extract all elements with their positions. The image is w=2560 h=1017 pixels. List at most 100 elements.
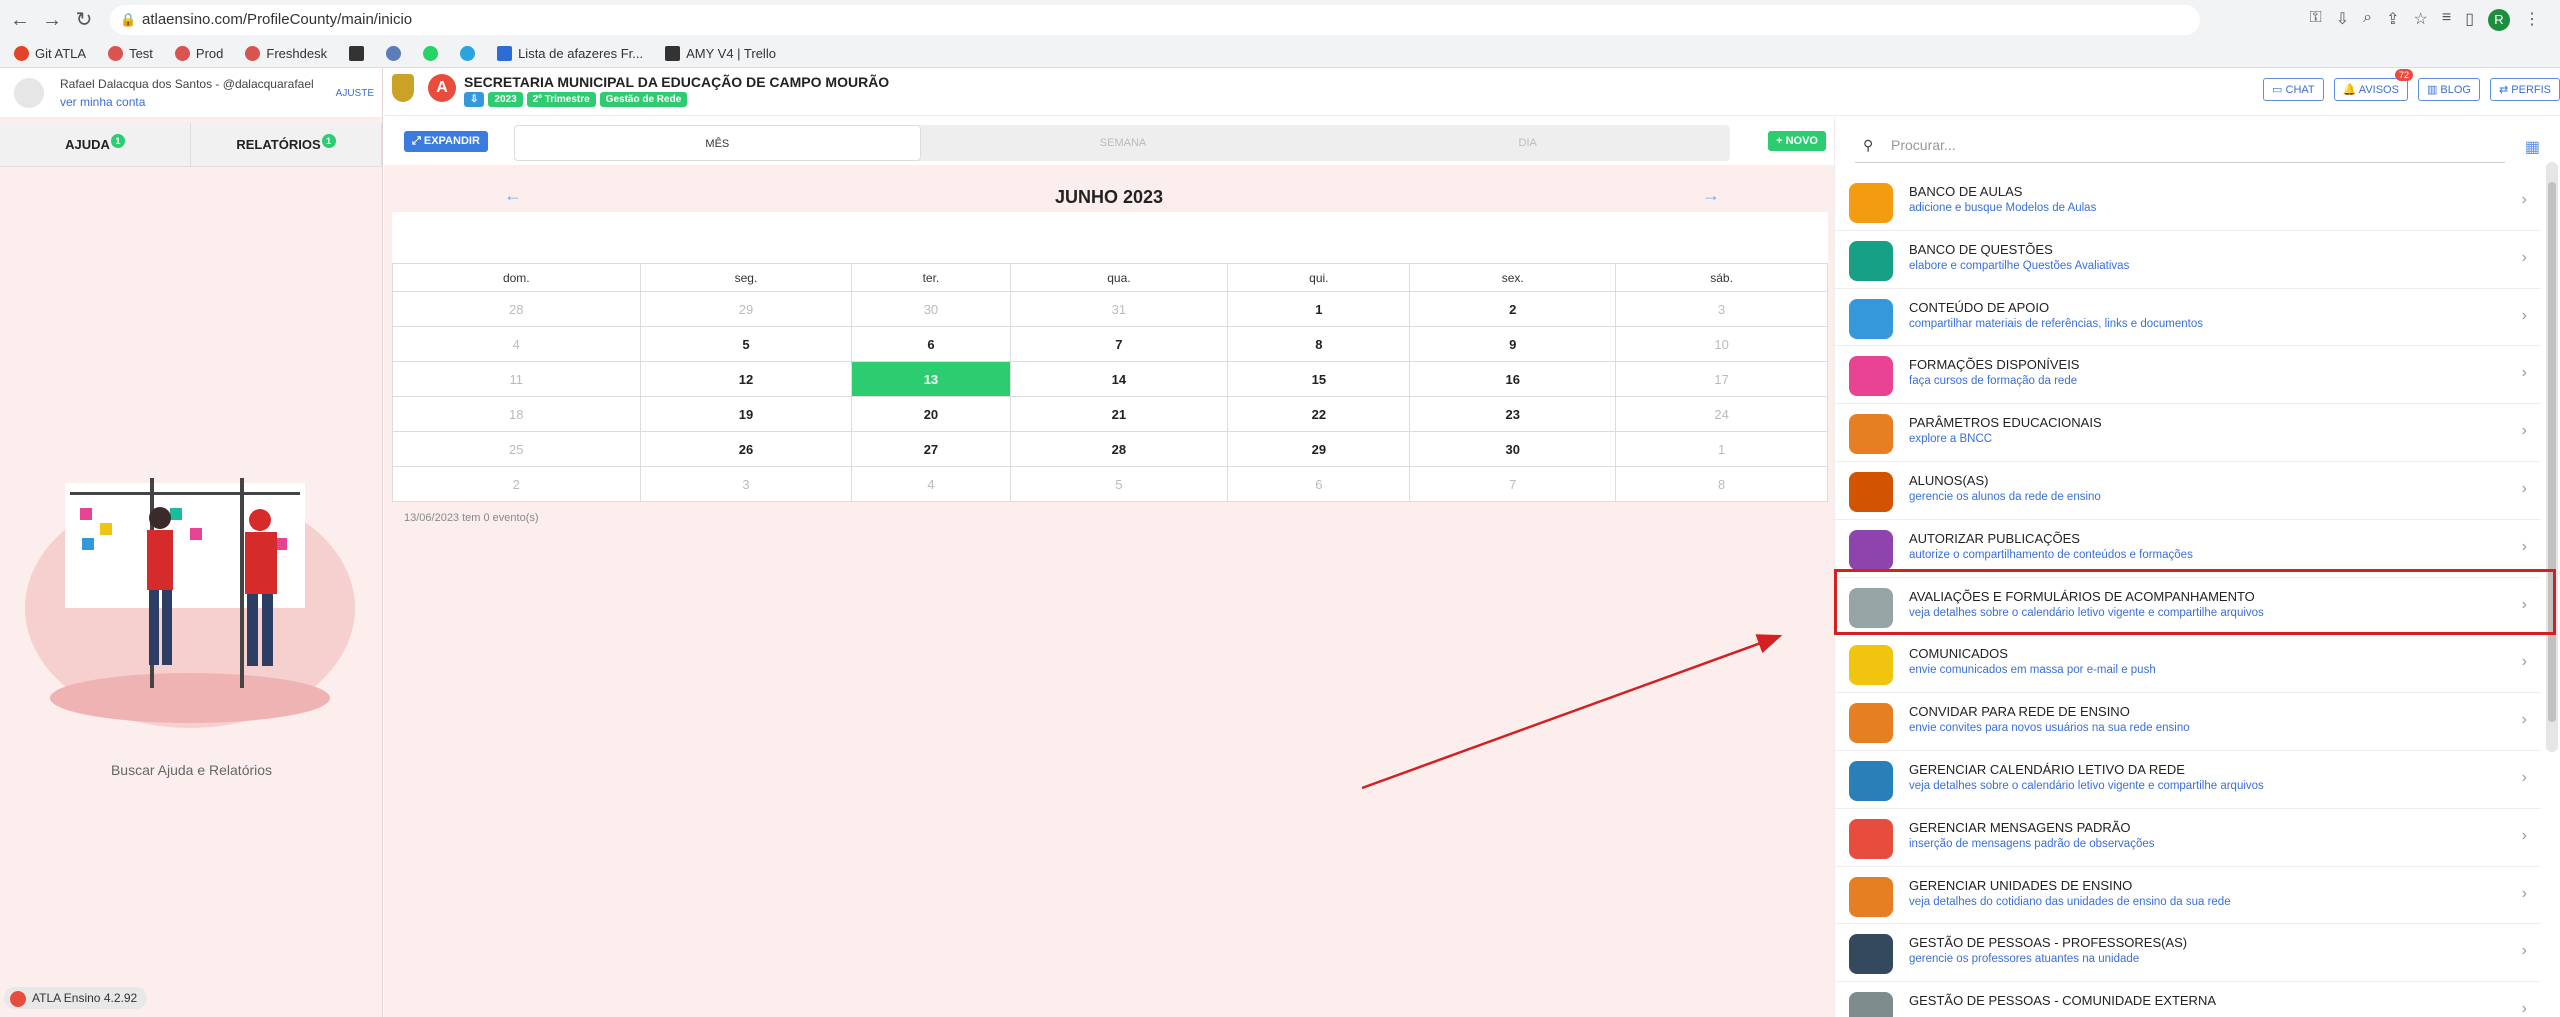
bookmark-todo[interactable]: Lista de afazeres Fr... [497, 45, 643, 61]
calendar-day[interactable]: 5 [639, 326, 853, 362]
reload-icon[interactable]: ↻ [72, 8, 96, 32]
key-icon[interactable]: ⚿ [2310, 9, 2322, 31]
calendar-day[interactable]: 5 [1009, 466, 1229, 502]
menu-icon[interactable]: ⋮ [2524, 9, 2540, 31]
download-chip[interactable]: ⇩ [464, 92, 485, 107]
menu-item[interactable]: BANCO DE QUESTÕES elabore e compartilhe Q… [1835, 231, 2541, 289]
zoom-icon[interactable]: ⌕ [2363, 9, 2372, 31]
bookmark-prod[interactable]: Prod [174, 45, 223, 61]
calendar-day[interactable]: 28 [392, 291, 641, 327]
menu-item[interactable]: GERENCIAR MENSAGENS PADRÃO inserção de me… [1835, 809, 2541, 867]
address-bar[interactable]: 🔒 atlaensino.com/ProfileCounty/main/inici… [110, 5, 2200, 35]
tab-ajuda[interactable]: AJUDA 1 [0, 123, 191, 166]
share-icon[interactable]: ⇪ [2386, 9, 2399, 31]
grid-view-icon[interactable]: ▦ [2525, 137, 2540, 157]
menu-item[interactable]: PARÂMETROS EDUCACIONAIS explore a BNCC › [1835, 404, 2541, 462]
bookmark-home[interactable] [386, 45, 402, 61]
calendar-day[interactable]: 1 [1615, 431, 1828, 467]
forward-icon[interactable]: → [40, 8, 64, 32]
calendar-day[interactable]: 6 [851, 326, 1011, 362]
blog-button[interactable]: ▥ BLOG [2417, 78, 2480, 101]
calendar-day[interactable]: 8 [1615, 466, 1828, 502]
next-month-icon[interactable]: → [1702, 185, 1720, 206]
menu-item[interactable]: GESTÃO DE PESSOAS - COMUNIDADE EXTERNA › [1835, 982, 2541, 1017]
calendar-day[interactable]: 18 [392, 396, 641, 432]
user-avatar[interactable] [14, 78, 44, 108]
calendar-day[interactable]: 2 [392, 466, 641, 502]
menu-item[interactable]: BANCO DE AULAS adicione e busque Modelos … [1835, 173, 2541, 231]
bookmark-whatsapp[interactable] [423, 45, 439, 61]
menu-item[interactable]: CONTEÚDO DE APOIO compartilhar materiais … [1835, 289, 2541, 347]
calendar-day[interactable]: 14 [1009, 361, 1229, 397]
bookmark-freshdesk[interactable]: Freshdesk [245, 45, 327, 61]
bookmark-test[interactable]: Test [108, 45, 153, 61]
calendar-day[interactable]: 28 [1009, 431, 1229, 467]
calendar-day[interactable]: 9 [1409, 326, 1617, 362]
calendar-day[interactable]: 30 [1409, 431, 1617, 467]
media-icon[interactable]: ≡ [2442, 9, 2451, 31]
calendar-day[interactable]: 10 [1615, 326, 1828, 362]
calendar-day[interactable]: 17 [1615, 361, 1828, 397]
calendar-day[interactable]: 12 [639, 361, 853, 397]
tab-day[interactable]: DIA [1325, 125, 1730, 161]
chat-button[interactable]: ▭ CHAT [2263, 78, 2324, 101]
bookmark-dark[interactable] [349, 45, 365, 61]
calendar-day[interactable]: 20 [851, 396, 1011, 432]
menu-item[interactable]: GESTÃO DE PESSOAS - PROFESSORES(AS) geren… [1835, 924, 2541, 983]
calendar-day[interactable]: 15 [1227, 361, 1411, 397]
calendar-day[interactable]: 30 [851, 291, 1011, 327]
calendar-day[interactable]: 19 [639, 396, 853, 432]
bookmark-amy[interactable]: AMY V4 | Trello [665, 45, 776, 61]
adjust-button[interactable]: AJUSTE [336, 88, 374, 99]
tab-relatorios[interactable]: RELATÓRIOS 1 [191, 123, 382, 166]
bookmark-telegram[interactable] [460, 45, 476, 61]
menu-item[interactable]: CONVIDAR PARA REDE DE ENSINO envie convit… [1835, 693, 2541, 751]
help-search-text[interactable]: Buscar Ajuda e Relatórios [0, 762, 383, 778]
calendar-day[interactable]: 25 [392, 431, 641, 467]
menu-item[interactable]: ALUNOS(AS) gerencie os alunos da rede de … [1835, 462, 2541, 520]
menu-scrollbar[interactable] [2546, 162, 2558, 752]
download-icon[interactable]: ⇩ [2336, 9, 2349, 31]
calendar-day[interactable]: 11 [392, 361, 641, 397]
calendar-day[interactable]: 31 [1009, 291, 1229, 327]
avisos-button[interactable]: 🔔 AVISOS 72 [2333, 69, 2413, 101]
menu-item[interactable]: GERENCIAR UNIDADES DE ENSINO veja detalhe… [1835, 867, 2541, 925]
term-chip[interactable]: 2º Trimestre [526, 92, 596, 107]
side-panel-icon[interactable]: ▯ [2465, 9, 2474, 31]
menu-item[interactable]: FORMAÇÕES DISPONÍVEIS faça cursos de form… [1835, 346, 2541, 405]
menu-item[interactable]: COMUNICADOS envie comunicados em massa po… [1835, 635, 2541, 694]
scroll-thumb[interactable] [2548, 182, 2556, 722]
bookmark-git-atla[interactable]: Git ATLA [14, 45, 86, 61]
calendar-day[interactable]: 4 [851, 466, 1011, 502]
menu-item[interactable]: GERENCIAR CALENDÁRIO LETIVO DA REDE veja … [1835, 751, 2541, 809]
calendar-day[interactable]: 23 [1409, 396, 1617, 432]
calendar-day[interactable]: 2 [1409, 291, 1617, 327]
account-link[interactable]: ver minha conta [60, 95, 145, 109]
menu-search-input[interactable]: ⚲ Procurar... [1855, 127, 2505, 163]
tab-week[interactable]: SEMANA [921, 125, 1326, 161]
new-event-button[interactable]: + NOVO [1768, 131, 1826, 151]
network-chip[interactable]: Gestão de Rede [599, 92, 688, 107]
calendar-day[interactable]: 27 [851, 431, 1011, 467]
calendar-day[interactable]: 6 [1227, 466, 1411, 502]
calendar-day[interactable]: 3 [639, 466, 853, 502]
calendar-day[interactable]: 1 [1227, 291, 1411, 327]
calendar-day[interactable]: 29 [639, 291, 853, 327]
tab-month[interactable]: MÊS [514, 125, 921, 161]
year-chip[interactable]: 2023 [488, 92, 523, 107]
calendar-day[interactable]: 24 [1615, 396, 1828, 432]
calendar-day[interactable]: 7 [1009, 326, 1229, 362]
star-icon[interactable]: ☆ [2414, 9, 2428, 31]
calendar-day[interactable]: 13 [851, 361, 1011, 397]
menu-item[interactable]: AVALIAÇÕES E FORMULÁRIOS DE ACOMPANHAMEN… [1835, 578, 2541, 636]
calendar-day[interactable]: 29 [1227, 431, 1411, 467]
calendar-day[interactable]: 4 [392, 326, 641, 362]
calendar-day[interactable]: 22 [1227, 396, 1411, 432]
calendar-day[interactable]: 21 [1009, 396, 1229, 432]
calendar-day[interactable]: 3 [1615, 291, 1828, 327]
calendar-day[interactable]: 7 [1409, 466, 1617, 502]
expand-button[interactable]: ⤢ EXPANDIR [404, 131, 488, 152]
perfis-button[interactable]: ⇄ PERFIS [2489, 78, 2560, 101]
calendar-day[interactable]: 8 [1227, 326, 1411, 362]
back-icon[interactable]: ← [8, 8, 32, 32]
